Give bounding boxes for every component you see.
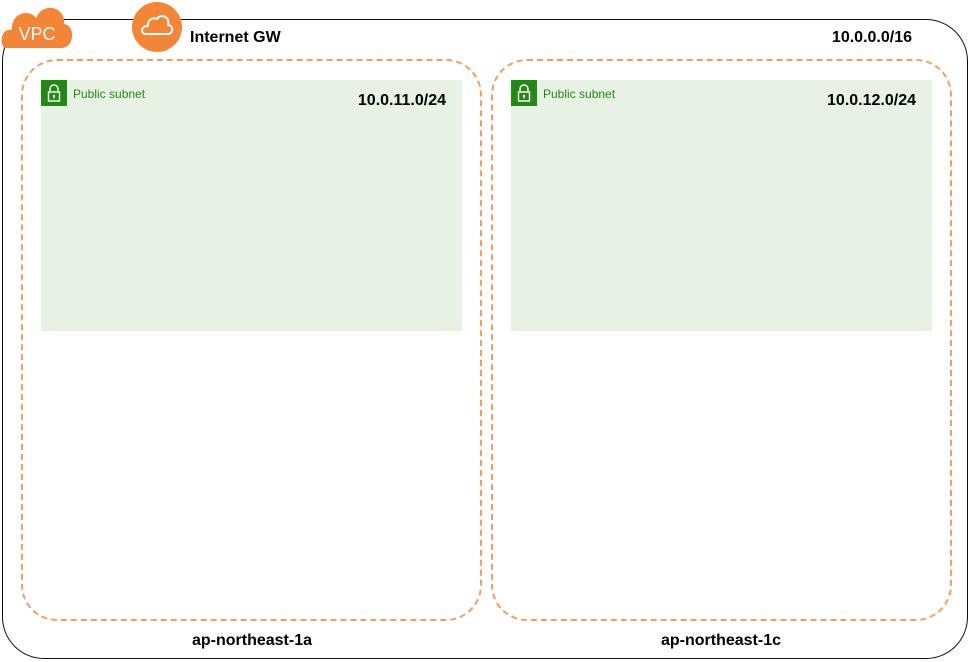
lock-icon: [511, 80, 537, 106]
public-subnet-a: Public subnet 10.0.11.0/24: [41, 80, 462, 331]
subnet-cidr-label: 10.0.11.0/24: [357, 92, 446, 109]
subnet-label: Public subnet: [543, 87, 616, 101]
vpc-cidr-label: 10.0.0.0/16: [831, 29, 912, 46]
availability-zone-label: ap-northeast-1c: [660, 632, 782, 649]
internet-gateway-label: Internet GW: [190, 29, 281, 46]
internet-gateway-icon: [132, 2, 182, 52]
vpc-cloud-icon: VPC: [1, 7, 73, 48]
public-subnet-c: Public subnet 10.0.12.0/24: [511, 80, 932, 331]
subnet-label: Public subnet: [73, 87, 146, 101]
subnet-cidr-label: 10.0.12.0/24: [827, 92, 916, 109]
availability-zone-label: ap-northeast-1a: [191, 632, 313, 649]
vpc-badge-text: VPC: [18, 24, 55, 44]
lock-icon: [41, 80, 67, 106]
